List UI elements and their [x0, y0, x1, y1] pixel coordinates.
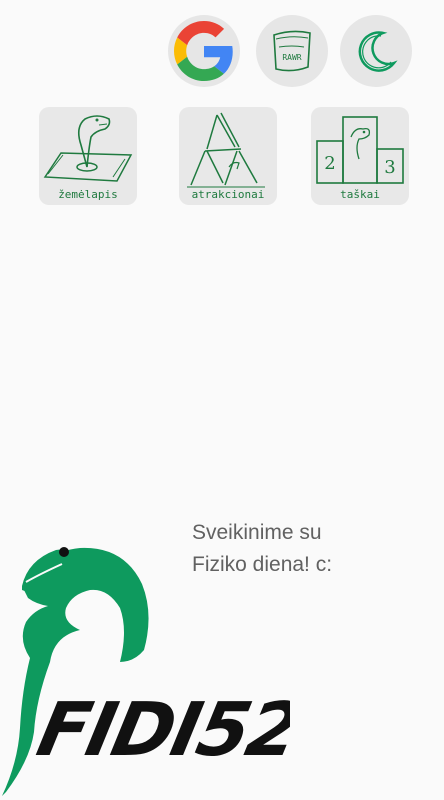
- svg-text:3: 3: [384, 157, 395, 178]
- rawr-paper-icon: RAWR: [273, 30, 311, 72]
- svg-text:2: 2: [324, 153, 335, 174]
- rawr-label: RAWR: [282, 53, 301, 62]
- tile-points-label: taškai: [340, 188, 380, 201]
- tile-points[interactable]: 2 3 taškai: [311, 107, 409, 205]
- tile-map[interactable]: žemėlapis: [39, 107, 137, 205]
- fidi52-logo: FIDI52: [2, 547, 290, 796]
- rawr-button[interactable]: RAWR: [256, 15, 328, 87]
- logo-text: FIDI52: [30, 687, 290, 773]
- tile-map-label: žemėlapis: [58, 188, 118, 201]
- moon-icon: [358, 31, 398, 72]
- theme-toggle-button[interactable]: [340, 15, 412, 87]
- dino-eye: [59, 547, 69, 557]
- google-signin-button[interactable]: [168, 15, 240, 87]
- tile-attractions[interactable]: atrakcionai: [179, 107, 277, 205]
- tile-attractions-label: atrakcionai: [191, 188, 265, 201]
- google-icon: [174, 21, 233, 81]
